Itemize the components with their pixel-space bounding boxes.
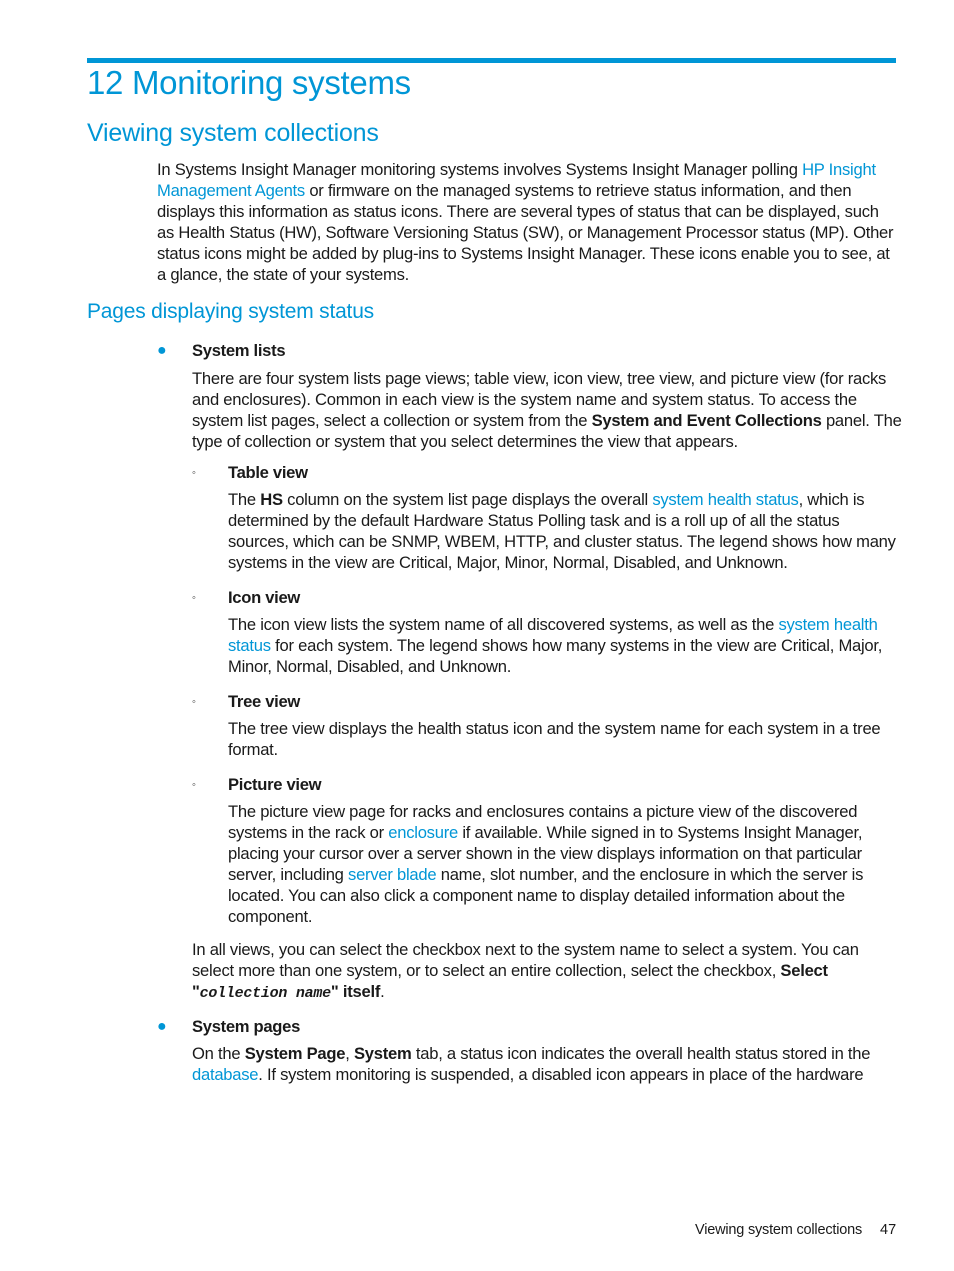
paragraph-text: The icon view lists the system name of a… xyxy=(228,615,779,634)
system-lists-paragraph: There are four system lists page views; … xyxy=(192,369,902,453)
bold-term: itself xyxy=(338,981,381,1001)
circle-bullet-icon: ◦ xyxy=(192,779,196,791)
tree-view-heading: Tree view xyxy=(228,692,301,711)
picture-view-paragraph: The picture view page for racks and encl… xyxy=(228,802,900,927)
paragraph-text: tab, a status icon indicates the overall… xyxy=(411,1044,871,1063)
bold-term: System and Event Collections xyxy=(591,410,822,430)
database-link[interactable]: database xyxy=(192,1065,259,1084)
circle-bullet-icon: ◦ xyxy=(192,696,196,708)
circle-bullet-icon: ◦ xyxy=(192,592,196,604)
system-pages-paragraph: On the System Page, System tab, a status… xyxy=(192,1044,902,1086)
tree-view-paragraph: The tree view displays the health status… xyxy=(228,719,881,759)
bold-term: HS xyxy=(260,490,283,509)
bold-term: System xyxy=(353,1044,412,1063)
intro-text: In Systems Insight Manager monitoring sy… xyxy=(157,160,803,179)
paragraph-text: . xyxy=(380,981,385,1001)
bullet-icon: ● xyxy=(157,1018,167,1035)
icon-view-heading: Icon view xyxy=(228,588,300,607)
bold-term: Select xyxy=(780,960,828,980)
system-pages-heading: System pages xyxy=(192,1017,301,1036)
server-blade-link[interactable]: server blade xyxy=(348,865,437,884)
paragraph-text: for each system. The legend shows how ma… xyxy=(228,635,883,676)
paragraph-text: column on the system list page displays … xyxy=(282,490,653,509)
bullet-icon: ● xyxy=(157,342,167,359)
paragraph-text: In all views, you can select the checkbo… xyxy=(192,940,859,980)
table-view-paragraph: The HS column on the system list page di… xyxy=(228,490,900,574)
paragraph-text: On the xyxy=(192,1044,245,1063)
chapter-rule xyxy=(87,58,896,63)
intro-paragraph: In Systems Insight Manager monitoring sy… xyxy=(157,160,899,285)
circle-bullet-icon: ◦ xyxy=(192,467,196,479)
paragraph-text: . If system monitoring is suspended, a d… xyxy=(258,1064,864,1084)
bold-term: System Page xyxy=(244,1044,346,1063)
section-title: Viewing system collections xyxy=(87,119,379,147)
table-view-heading: Table view xyxy=(228,463,308,482)
system-health-status-link[interactable]: system health status xyxy=(652,490,799,509)
paragraph-text: , xyxy=(345,1044,354,1063)
subsection-title: Pages displaying system status xyxy=(87,300,374,323)
paragraph-text: The xyxy=(228,490,261,509)
system-lists-heading: System lists xyxy=(192,341,286,360)
collection-name-code: collection name xyxy=(199,984,332,1002)
footer-section-label: Viewing system collections xyxy=(695,1222,862,1238)
all-views-paragraph: In all views, you can select the checkbo… xyxy=(192,940,902,1005)
enclosure-link[interactable]: enclosure xyxy=(388,823,458,842)
quote-mark: " xyxy=(330,981,339,1001)
quote-mark: " xyxy=(192,981,200,1001)
chapter-title: 12 Monitoring systems xyxy=(87,64,411,101)
picture-view-heading: Picture view xyxy=(228,775,322,794)
icon-view-paragraph: The icon view lists the system name of a… xyxy=(228,615,900,678)
page-number: 47 xyxy=(880,1222,897,1238)
